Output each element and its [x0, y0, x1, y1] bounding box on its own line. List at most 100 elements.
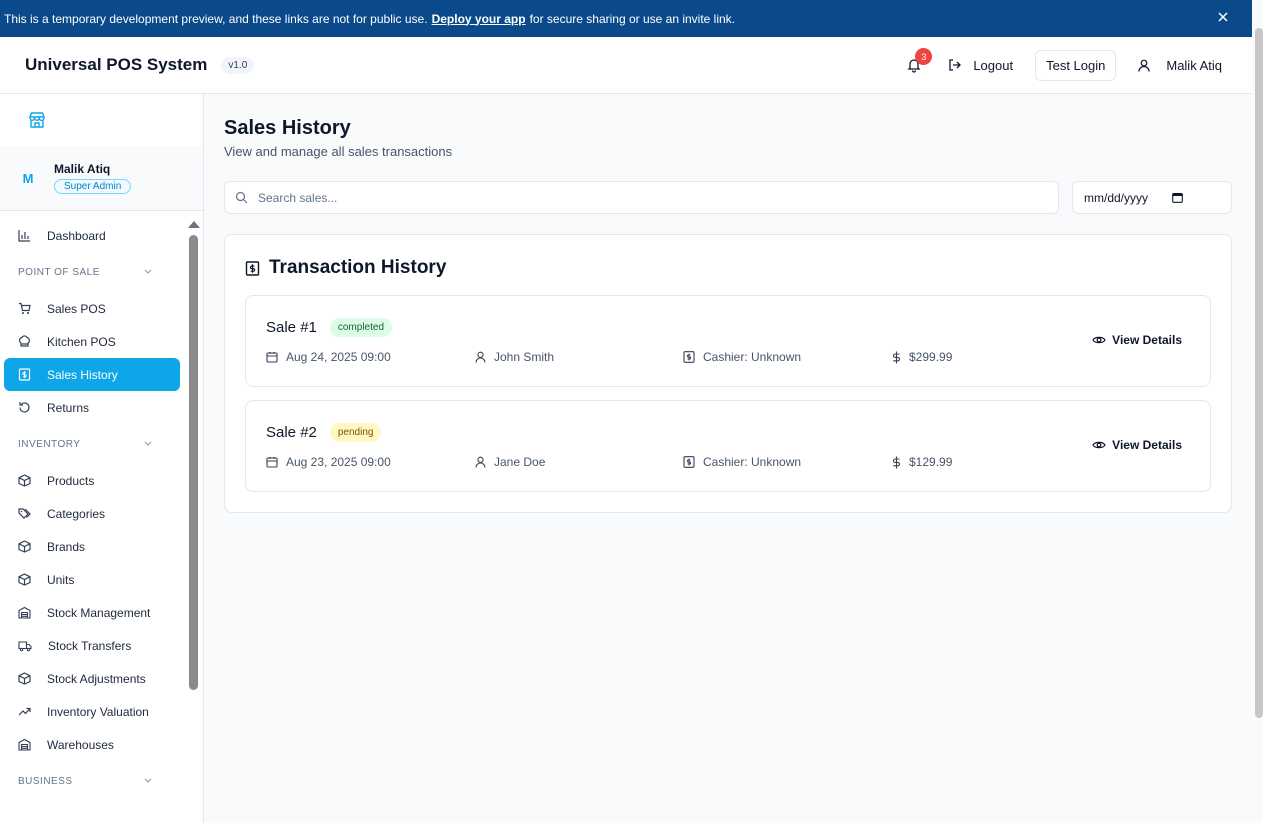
- package-icon: [18, 474, 31, 487]
- top-header: Universal POS System v1.0 3 Logout Test …: [0, 37, 1252, 94]
- profile-name: Malik Atiq: [54, 162, 111, 176]
- chevron-down-icon: [144, 441, 152, 446]
- logo-row: [0, 94, 203, 146]
- sidebar-item-products[interactable]: Products: [4, 464, 180, 497]
- chevron-down-icon: [144, 269, 152, 274]
- role-badge: Super Admin: [54, 179, 132, 194]
- receipt-icon: [683, 351, 695, 363]
- close-icon[interactable]: [1216, 10, 1230, 24]
- sidebar-item-label: Stock Adjustments: [47, 671, 146, 686]
- sidebar-item-label: Stock Management: [47, 605, 151, 620]
- sale-customer: John Smith: [475, 350, 554, 364]
- sidebar-item-returns[interactable]: Returns: [4, 391, 180, 424]
- sidebar-item-kitchen-pos[interactable]: Kitchen POS: [4, 325, 180, 358]
- sale-row[interactable]: Sale #1 completed Aug 24, 2025 09:00 Joh…: [245, 295, 1211, 387]
- section-inventory[interactable]: INVENTORY: [0, 424, 184, 464]
- sale-date-text: Aug 24, 2025 09:00: [286, 350, 391, 364]
- logout-button[interactable]: Logout: [948, 58, 1013, 73]
- sale-cashier-text: Cashier: Unknown: [703, 350, 802, 364]
- notifications-button[interactable]: 3: [906, 48, 933, 73]
- logout-label: Logout: [973, 57, 1014, 73]
- sidebar-item-stock-adjustments[interactable]: Stock Adjustments: [4, 662, 180, 695]
- status-badge: pending: [329, 423, 382, 442]
- rotate-ccw-icon: [19, 402, 30, 413]
- banner-text-after: for secure sharing or use an invite link…: [529, 11, 736, 26]
- view-details-label: View Details: [1112, 438, 1182, 452]
- section-label: POINT OF SALE: [18, 266, 100, 278]
- scrollbar-thumb[interactable]: [189, 235, 198, 690]
- search-icon: [235, 191, 248, 204]
- scroll-up-arrow[interactable]: [188, 221, 200, 228]
- banner-text: This is a temporary development preview,…: [4, 11, 428, 26]
- section-label: BUSINESS: [18, 775, 73, 787]
- sale-amount-text: $129.99: [909, 455, 953, 469]
- sale-row[interactable]: Sale #2 pending Aug 23, 2025 09:00 Jane …: [245, 400, 1211, 492]
- section-point-of-sale[interactable]: POINT OF SALE: [0, 252, 184, 292]
- logout-icon: [949, 59, 962, 71]
- deploy-app-link[interactable]: Deploy your app: [432, 12, 526, 26]
- search-input[interactable]: [258, 190, 1038, 205]
- view-details-button[interactable]: View Details: [1092, 438, 1182, 452]
- sidebar-item-categories[interactable]: Categories: [4, 497, 180, 530]
- sidebar-item-brands[interactable]: Brands: [4, 530, 180, 563]
- package-icon: [18, 540, 31, 553]
- page-scrollbar[interactable]: [1255, 28, 1263, 718]
- sale-cashier: Cashier: Unknown: [683, 455, 801, 469]
- avatar: M: [22, 170, 34, 186]
- sale-amount-text: $299.99: [909, 350, 953, 364]
- dev-preview-banner: This is a temporary development preview,…: [0, 0, 1252, 37]
- card-title-text: Transaction History: [269, 257, 447, 278]
- store-icon[interactable]: [28, 111, 46, 129]
- sidebar-scrollbar[interactable]: [185, 217, 201, 823]
- date-filter[interactable]: mm/dd/yyyy: [1072, 181, 1232, 214]
- main-content: Sales History View and manage all sales …: [204, 94, 1252, 823]
- section-business[interactable]: BUSINESS: [0, 761, 184, 801]
- eye-icon: [1092, 336, 1106, 344]
- user-menu[interactable]: Malik Atiq: [1138, 58, 1222, 73]
- status-badge: completed: [329, 318, 393, 337]
- user-icon: [475, 351, 486, 363]
- sidebar-item-units[interactable]: Units: [4, 563, 180, 596]
- test-login-button[interactable]: Test Login: [1035, 49, 1117, 81]
- calendar-icon: [266, 352, 278, 363]
- sidebar-item-sales-pos[interactable]: Sales POS: [4, 292, 180, 325]
- user-icon: [1138, 59, 1150, 72]
- app-title: Universal POS System: [25, 55, 208, 74]
- sidebar-item-label: Warehouses: [47, 737, 114, 752]
- sidebar-item-label: Sales History: [47, 367, 118, 382]
- sale-date: Aug 23, 2025 09:00: [266, 455, 391, 469]
- sidebar-item-inventory-valuation[interactable]: Inventory Valuation: [4, 695, 180, 728]
- sale-customer-text: Jane Doe: [494, 455, 546, 469]
- receipt-icon: [18, 368, 31, 381]
- sidebar-item-label: Sales POS: [47, 301, 106, 316]
- sale-date-text: Aug 23, 2025 09:00: [286, 455, 391, 469]
- sidebar-item-label: Units: [47, 572, 75, 587]
- search-box[interactable]: [224, 181, 1059, 214]
- sale-date: Aug 24, 2025 09:00: [266, 350, 391, 364]
- page-title: Sales History: [224, 117, 351, 139]
- receipt-icon: [683, 456, 695, 468]
- calendar-icon[interactable]: [1172, 192, 1183, 203]
- view-details-label: View Details: [1112, 333, 1182, 347]
- transaction-history-card: Transaction History Sale #1 completed Au…: [224, 234, 1232, 513]
- warehouse-icon: [18, 606, 31, 619]
- user-profile: M Malik Atiq Super Admin: [0, 146, 203, 211]
- sidebar-item-warehouses[interactable]: Warehouses: [4, 728, 180, 761]
- sidebar-item-stock-transfers[interactable]: Stock Transfers: [4, 629, 180, 662]
- view-details-button[interactable]: View Details: [1092, 333, 1182, 347]
- sidebar-item-label: Dashboard: [47, 228, 106, 243]
- sale-name: Sale #2: [266, 424, 317, 441]
- sidebar-item-dashboard[interactable]: Dashboard: [4, 219, 180, 252]
- sidebar-item-label: Returns: [47, 400, 90, 415]
- sale-cashier: Cashier: Unknown: [683, 350, 801, 364]
- sidebar-item-sales-history[interactable]: Sales History: [4, 358, 180, 391]
- sale-customer-text: John Smith: [494, 350, 555, 364]
- sale-amount: $299.99: [892, 350, 952, 364]
- date-placeholder: mm/dd/yyyy: [1084, 190, 1149, 205]
- sidebar-item-stock-management[interactable]: Stock Management: [4, 596, 180, 629]
- section-label: INVENTORY: [18, 438, 81, 450]
- sidebar-item-label: Categories: [47, 506, 106, 521]
- chevron-down-icon: [144, 778, 152, 783]
- sidebar-item-label: Kitchen POS: [47, 334, 116, 349]
- sidebar: M Malik Atiq Super Admin Dashboard POINT…: [0, 94, 204, 823]
